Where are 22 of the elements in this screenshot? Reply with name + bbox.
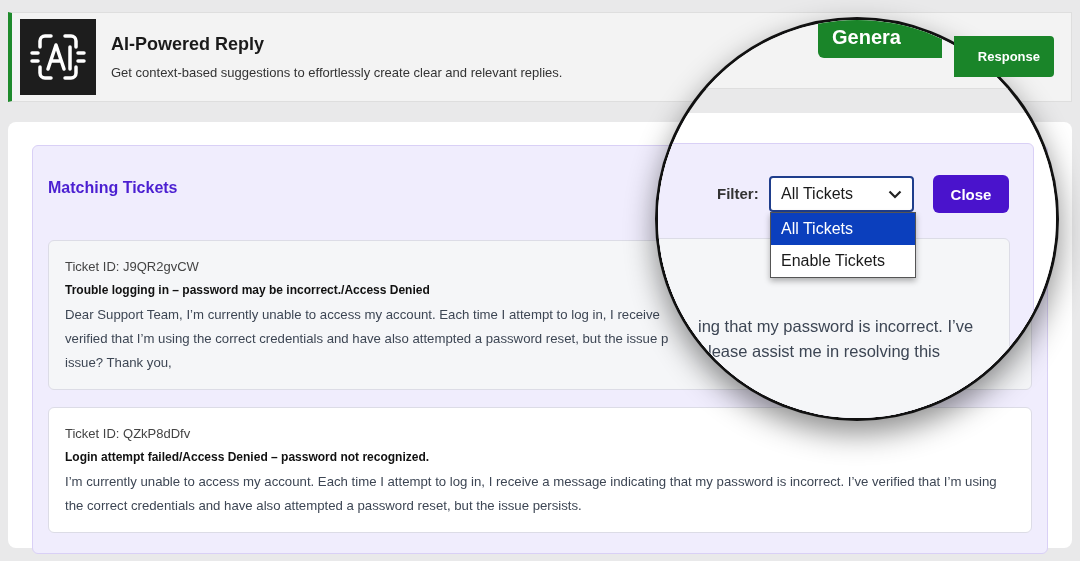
close-button[interactable]: Close — [933, 175, 1009, 213]
ticket-message-line: verified that I’m using the correct credentials and have also attempted a password reset, but the issue p — [65, 330, 669, 348]
generate-response-button[interactable]: Genera — [818, 20, 942, 58]
filter-value: All Tickets — [781, 185, 853, 203]
dropdown-option[interactable]: All Tickets — [771, 213, 915, 245]
filter-dropdown[interactable]: All Tickets — [769, 176, 914, 212]
ticket-message-line: ing that my password is incorrect. I’ve — [698, 317, 974, 336]
ticket-message-line: issue? Thank you, — [65, 354, 172, 372]
ticket-message-line: Dear Support Team, I’m currently unable to access my account. Each time I attempt to log in, I receive — [65, 306, 660, 324]
ticket-id: Ticket ID: QZkP8dDfv — [65, 426, 191, 441]
ticket-message-line: lease assist me in resolving this — [708, 342, 940, 361]
header-subtitle: Get context-based suggestions to effortlessly create clear and relevant replies. — [111, 65, 563, 80]
ticket-subject: Trouble logging in – password may be incorrect./Access Denied — [65, 283, 430, 297]
filter-label: Filter: — [717, 185, 759, 202]
ticket-id: Ticket ID: J9QR2gvCW — [65, 259, 199, 274]
dropdown-option[interactable]: Enable Tickets — [771, 245, 915, 277]
ticket-subject: Login attempt failed/Access Denied – password not recognized. — [65, 450, 430, 464]
panel-title: Matching Tickets — [48, 179, 178, 198]
ticket-message-line: I’m currently unable to access my account. Each time I attempt to log in, I receive a message indicating that my password is incorrect. I’ve verified that I’m using the correct credentials and have also attempted a password reset, but the issue persists. — [65, 473, 998, 515]
generate-response-button[interactable]: Response — [954, 36, 1054, 77]
chevron-down-icon — [888, 189, 902, 199]
header-title: AI-Powered Reply — [111, 34, 266, 55]
